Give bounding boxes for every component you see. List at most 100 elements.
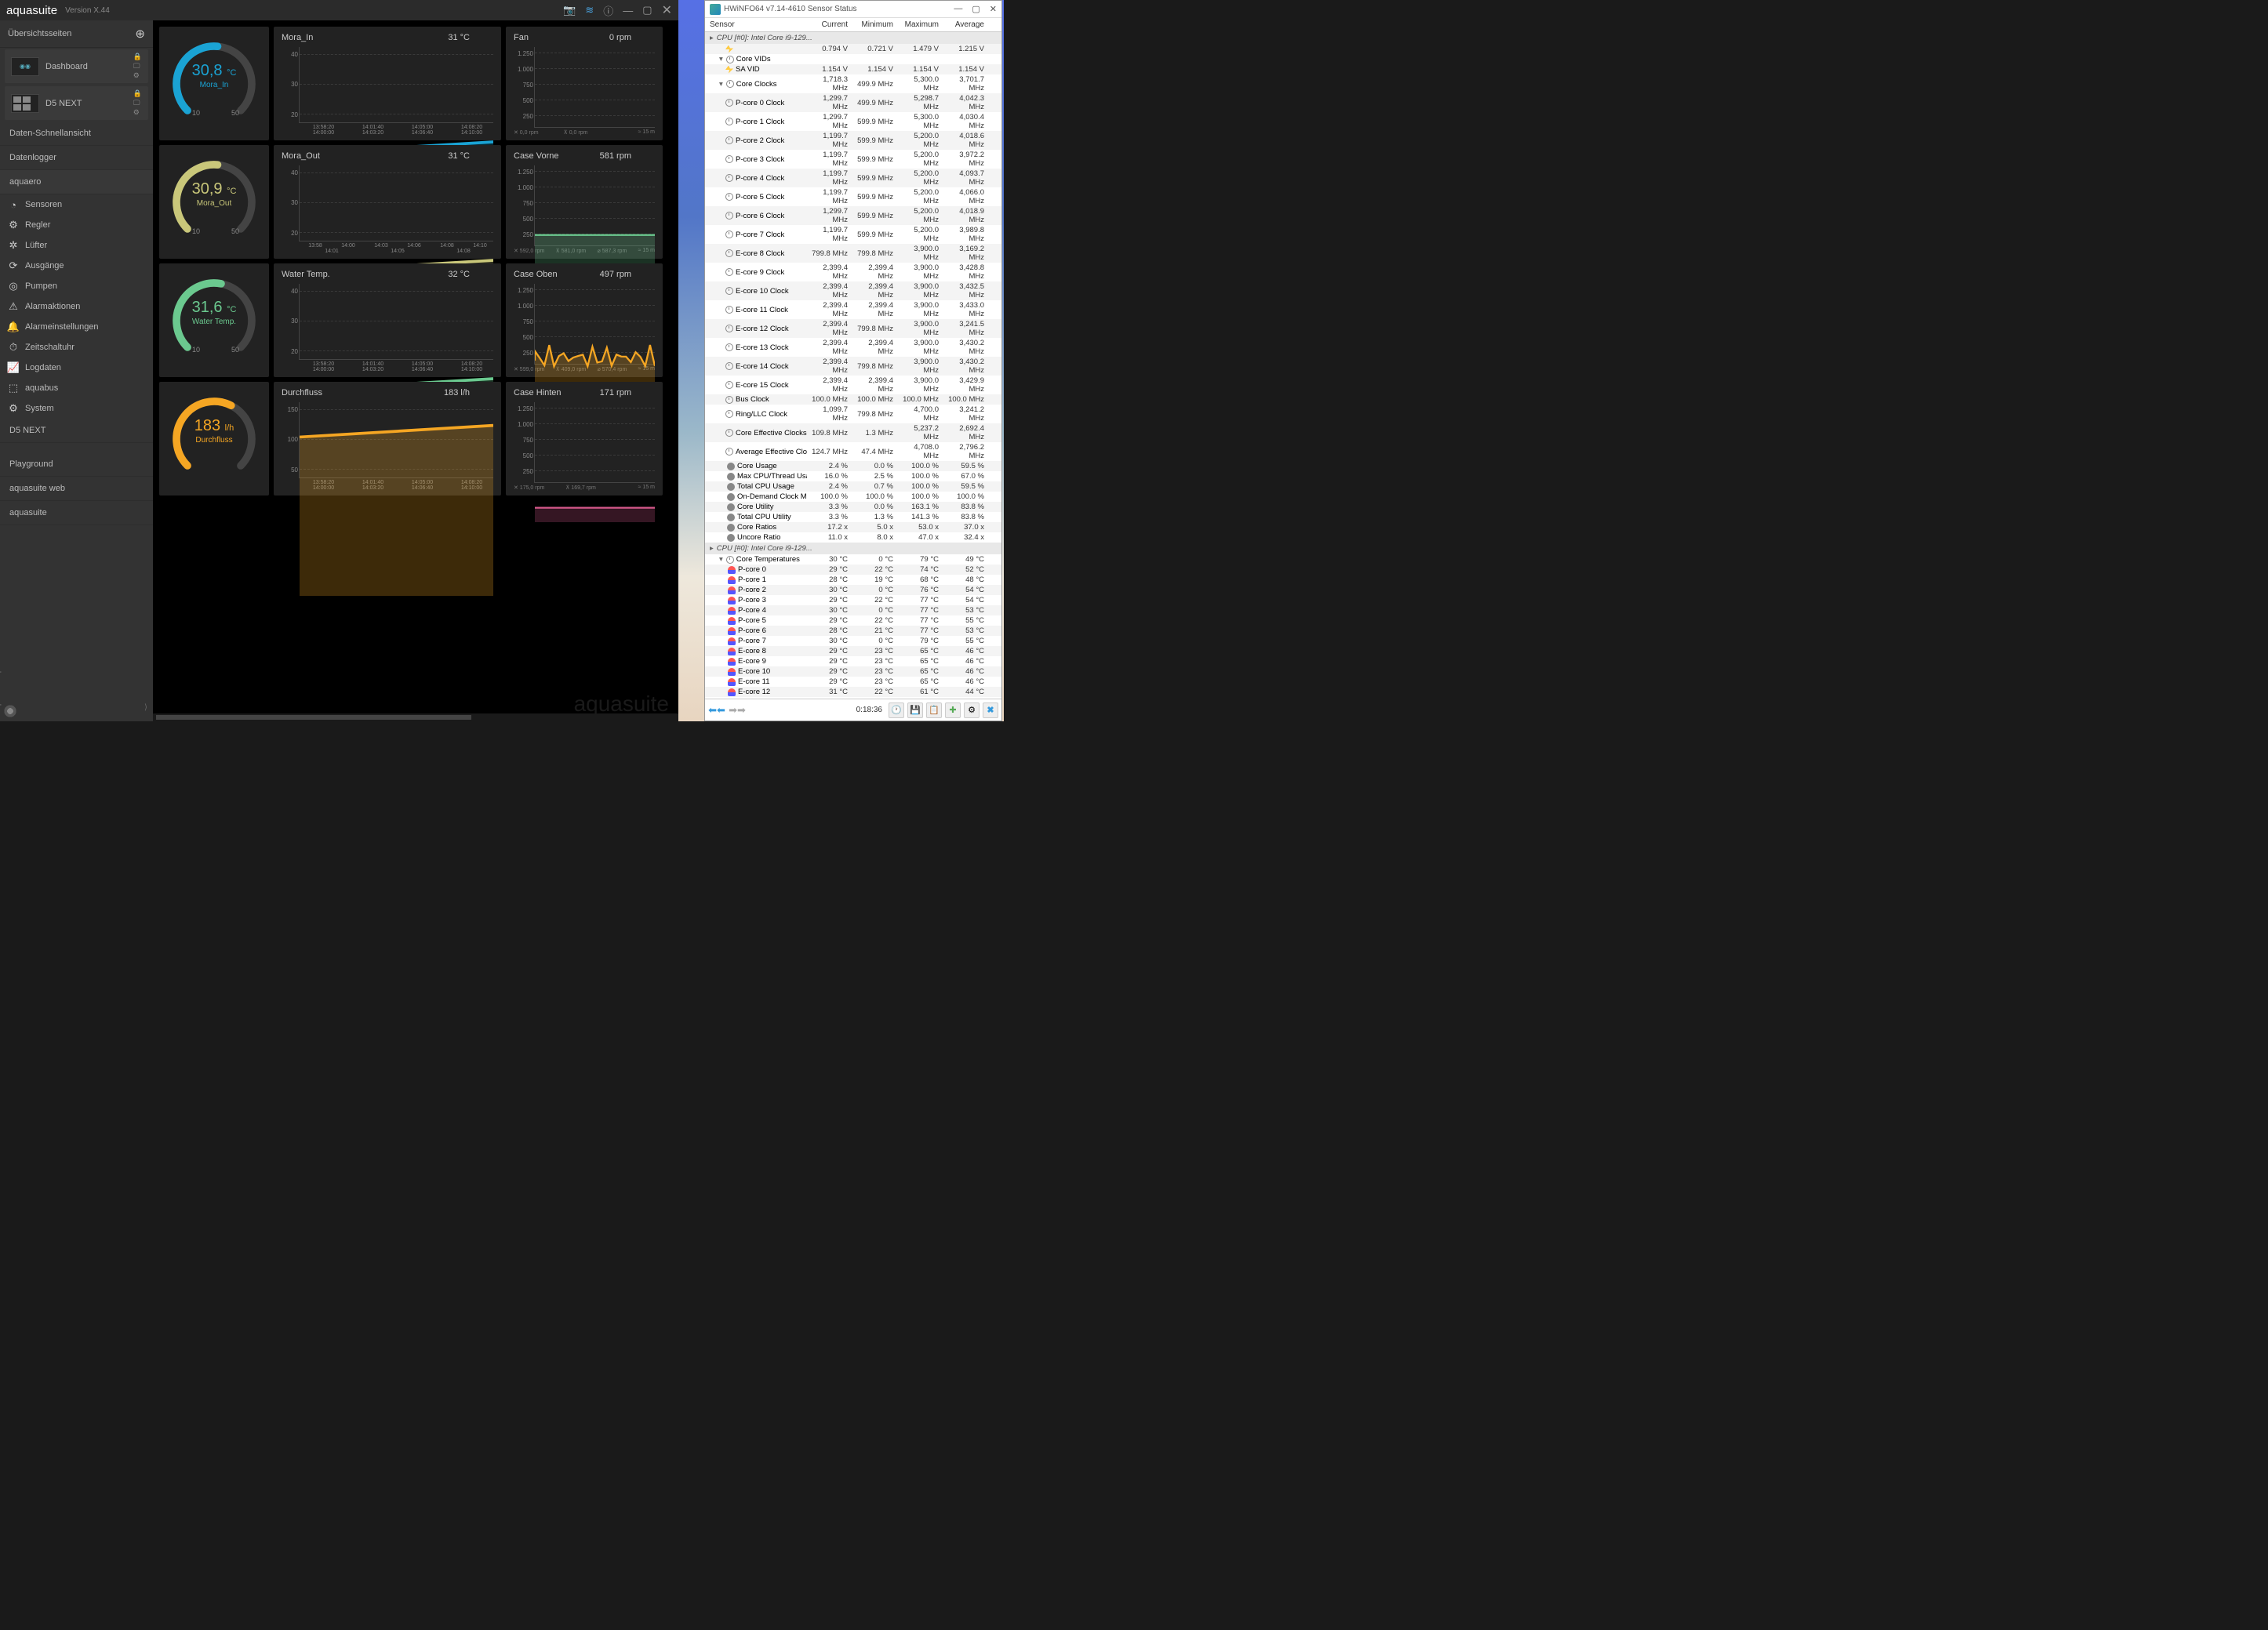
- sensor-row[interactable]: E-core 14 Clock2,399.4 MHz799.8 MHz3,900…: [705, 357, 1001, 376]
- sensor-row[interactable]: Uncore Ratio11.0 x8.0 x47.0 x32.4 x: [705, 532, 1001, 543]
- titlebar[interactable]: aquasuite Version X.44 📷 ≋ ⓘ — ▢ ✕: [0, 0, 678, 20]
- save-icon[interactable]: 💾: [907, 702, 923, 718]
- sensor-row[interactable]: P-core 6 Clock1,299.7 MHz599.9 MHz5,200.…: [705, 206, 1001, 225]
- sensor-row[interactable]: P-core 430 °C0 °C77 °C53 °C: [705, 605, 1001, 615]
- sensor-subgroup[interactable]: ▾Core VIDs: [705, 54, 1001, 64]
- sensor-group[interactable]: CPU [#0]: Intel Core i9-129...: [705, 32, 1001, 44]
- sensor-row[interactable]: P-core 128 °C19 °C68 °C48 °C: [705, 575, 1001, 585]
- sidebar-nav-logdaten[interactable]: 📈Logdaten: [0, 358, 153, 378]
- sidebar-playground[interactable]: Playground: [0, 452, 153, 477]
- close-icon[interactable]: ✕: [662, 2, 672, 18]
- sidebar-item-dashboard[interactable]: ◉◉ Dashboard 🔒🖵⚙: [5, 49, 148, 83]
- lock-icon[interactable]: 🔒: [133, 53, 142, 61]
- sensor-row[interactable]: P-core 730 °C0 °C79 °C55 °C: [705, 636, 1001, 646]
- sensor-row[interactable]: E-core 929 °C23 °C65 °C46 °C: [705, 656, 1001, 666]
- monitor-icon[interactable]: 🖵: [133, 99, 142, 107]
- chart-title: Mora_In: [282, 33, 313, 42]
- sensor-row[interactable]: P-core 0 Clock1,299.7 MHz499.9 MHz5,298.…: [705, 93, 1001, 112]
- sensor-row[interactable]: E-core 11 Clock2,399.4 MHz2,399.4 MHz3,9…: [705, 300, 1001, 319]
- sidebar-nav-aquabus[interactable]: ⬚aquabus: [0, 378, 153, 398]
- sensor-row[interactable]: Total CPU Usage2.4 %0.7 %100.0 %59.5 %: [705, 481, 1001, 492]
- sensor-row[interactable]: On-Demand Clock Modulation100.0 %100.0 %…: [705, 492, 1001, 502]
- sensor-row[interactable]: P-core 628 °C21 °C77 °C53 °C: [705, 626, 1001, 636]
- layers-icon[interactable]: ≋: [585, 4, 594, 16]
- sidebar-quickview[interactable]: Daten-Schnellansicht: [0, 122, 153, 146]
- sensor-row[interactable]: Bus Clock100.0 MHz100.0 MHz100.0 MHz100.…: [705, 394, 1001, 405]
- add-icon[interactable]: ✚: [945, 702, 961, 718]
- sidebar-nav-ausgänge[interactable]: ⟳Ausgänge: [0, 256, 153, 276]
- add-icon[interactable]: ⊕: [135, 27, 145, 41]
- sensor-row[interactable]: E-core 829 °C23 °C65 °C46 °C: [705, 646, 1001, 656]
- sensor-row[interactable]: P-core 329 °C22 °C77 °C54 °C: [705, 595, 1001, 605]
- sensor-row[interactable]: P-core 7 Clock1,199.7 MHz599.9 MHz5,200.…: [705, 225, 1001, 244]
- sensor-row[interactable]: E-core 10 Clock2,399.4 MHz2,399.4 MHz3,9…: [705, 281, 1001, 300]
- sidebar-aquaweb[interactable]: aquasuite web: [0, 477, 153, 501]
- sensor-row[interactable]: E-core 13 Clock2,399.4 MHz2,399.4 MHz3,9…: [705, 338, 1001, 357]
- sidebar-nav-lüfter[interactable]: ✲Lüfter: [0, 235, 153, 256]
- sensor-row[interactable]: P-core 1 Clock1,299.7 MHz599.9 MHz5,300.…: [705, 112, 1001, 131]
- sidebar-item-d5next[interactable]: D5 NEXT 🔒🖵⚙: [5, 86, 148, 120]
- sensor-row[interactable]: 0.794 V0.721 V1.479 V1.215 V: [705, 44, 1001, 54]
- sensor-row[interactable]: P-core 5 Clock1,199.7 MHz599.9 MHz5,200.…: [705, 187, 1001, 206]
- sidebar-nav-alarmaktionen[interactable]: ⚠Alarmaktionen: [0, 296, 153, 317]
- sensor-row[interactable]: P-core 3 Clock1,199.7 MHz599.9 MHz5,200.…: [705, 150, 1001, 169]
- sensor-row[interactable]: Average Effective Clock124.7 MHz47.4 MHz…: [705, 442, 1001, 461]
- hw-sensor-list[interactable]: CPU [#0]: Intel Core i9-129...0.794 V0.7…: [705, 32, 1001, 699]
- sidebar-datalogger[interactable]: Datenlogger: [0, 146, 153, 170]
- sidebar-nav-sensoren[interactable]: ◔Sensoren: [0, 194, 153, 215]
- sidebar-nav-system[interactable]: ⚙System: [0, 398, 153, 419]
- sensor-row[interactable]: P-core 529 °C22 °C77 °C55 °C: [705, 615, 1001, 626]
- nav-fwd-icon[interactable]: ➡➡: [729, 702, 746, 718]
- horizontal-scrollbar[interactable]: [153, 713, 678, 721]
- sidebar-d5next-device[interactable]: D5 NEXT: [0, 419, 153, 443]
- camera-icon[interactable]: 📷: [563, 4, 576, 16]
- sensor-row[interactable]: P-core 4 Clock1,199.7 MHz599.9 MHz5,200.…: [705, 169, 1001, 187]
- sensor-row[interactable]: E-core 1029 °C23 °C65 °C46 °C: [705, 666, 1001, 677]
- sensor-row[interactable]: Core Usage2.4 %0.0 %100.0 %59.5 %: [705, 461, 1001, 471]
- sensor-row[interactable]: E-core 8 Clock799.8 MHz799.8 MHz3,900.0 …: [705, 244, 1001, 263]
- gear-icon[interactable]: ⚙: [133, 108, 142, 117]
- sensor-row[interactable]: Core Utility3.3 %0.0 %163.1 %83.8 %: [705, 502, 1001, 512]
- sensor-row[interactable]: P-core 2 Clock1,199.7 MHz599.9 MHz5,200.…: [705, 131, 1001, 150]
- sensor-row[interactable]: Ring/LLC Clock1,099.7 MHz799.8 MHz4,700.…: [705, 405, 1001, 423]
- sensor-row[interactable]: SA VID1.154 V1.154 V1.154 V1.154 V: [705, 64, 1001, 74]
- hw-titlebar[interactable]: HWiNFO64 v7.14-4610 Sensor Status — ▢ ✕: [705, 1, 1001, 18]
- sensor-row[interactable]: Total CPU Utility3.3 %1.3 %141.3 %83.8 %: [705, 512, 1001, 522]
- log-icon[interactable]: 📋: [926, 702, 942, 718]
- sensor-row[interactable]: Core Effective Clocks109.8 MHz1.3 MHz5,2…: [705, 423, 1001, 442]
- nav-back-icon[interactable]: ⬅⬅: [708, 702, 725, 718]
- sidebar-nav-zeitschaltuhr[interactable]: ⏱Zeitschaltuhr: [0, 337, 153, 358]
- hw-column-header[interactable]: Sensor Current Minimum Maximum Average: [705, 18, 1001, 32]
- sensor-row[interactable]: E-core 12 Clock2,399.4 MHz799.8 MHz3,900…: [705, 319, 1001, 338]
- sensor-group[interactable]: CPU [#0]: Intel Core i9-129...: [705, 543, 1001, 554]
- sidebar-nav-alarmeinstellungen[interactable]: 🔔Alarmeinstellungen: [0, 317, 153, 337]
- minimize-icon[interactable]: —: [623, 5, 633, 16]
- lock-icon[interactable]: 🔒: [133, 89, 142, 98]
- minimize-icon[interactable]: —: [954, 4, 962, 14]
- sidebar-aquaero[interactable]: aquaero: [0, 170, 153, 194]
- sensor-row[interactable]: E-core 9 Clock2,399.4 MHz2,399.4 MHz3,90…: [705, 263, 1001, 281]
- sensor-row[interactable]: P-core 029 °C22 °C74 °C52 °C: [705, 565, 1001, 575]
- info-icon[interactable]: ⓘ: [603, 3, 613, 18]
- overview-header[interactable]: Übersichtsseiten ⊕: [0, 20, 153, 48]
- monitor-icon[interactable]: 🖵: [133, 62, 142, 71]
- settings-icon[interactable]: ⚙: [964, 702, 980, 718]
- sensor-row[interactable]: E-core 1231 °C22 °C61 °C44 °C: [705, 687, 1001, 697]
- maximize-icon[interactable]: ▢: [972, 4, 980, 14]
- sidebar-nav-regler[interactable]: ⚙Regler: [0, 215, 153, 235]
- sensor-row[interactable]: Core Ratios17.2 x5.0 x53.0 x37.0 x: [705, 522, 1001, 532]
- sensor-row[interactable]: P-core 230 °C0 °C76 °C54 °C: [705, 585, 1001, 595]
- expand-handle-icon[interactable]: ⟩: [144, 703, 147, 712]
- sensor-row[interactable]: E-core 1129 °C23 °C65 °C46 °C: [705, 677, 1001, 687]
- sensor-row[interactable]: Max CPU/Thread Usage16.0 %2.5 %100.0 %67…: [705, 471, 1001, 481]
- sensor-subgroup[interactable]: ▾Core Temperatures30 °C0 °C79 °C49 °C: [705, 554, 1001, 565]
- clock-icon[interactable]: 🕐: [889, 702, 904, 718]
- close-icon[interactable]: ✖: [983, 702, 998, 718]
- gear-icon[interactable]: ⚙: [133, 71, 142, 80]
- sidebar-aquasuite[interactable]: aquasuite: [0, 501, 153, 525]
- maximize-icon[interactable]: ▢: [642, 4, 652, 16]
- sidebar-nav-pumpen[interactable]: ◎Pumpen: [0, 276, 153, 296]
- sensor-row[interactable]: E-core 15 Clock2,399.4 MHz2,399.4 MHz3,9…: [705, 376, 1001, 394]
- sensor-subgroup[interactable]: ▾Core Clocks1,718.3 MHz499.9 MHz5,300.0 …: [705, 74, 1001, 93]
- close-icon[interactable]: ✕: [990, 4, 997, 14]
